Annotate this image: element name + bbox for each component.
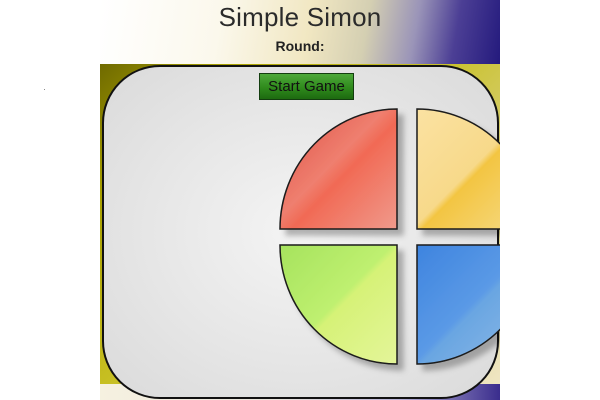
game-title: Simple Simon [218, 2, 382, 32]
right-blank-area [500, 0, 600, 400]
start-game-button[interactable]: Start Game [259, 73, 354, 100]
round-label: Round: [275, 38, 325, 54]
round-display: Round: [100, 38, 500, 54]
stray-dot [44, 89, 45, 90]
left-blank-area [0, 0, 100, 400]
header: Simple Simon Round: [100, 0, 500, 64]
simon-game-page: Simple Simon Round: Start Game [100, 0, 500, 400]
